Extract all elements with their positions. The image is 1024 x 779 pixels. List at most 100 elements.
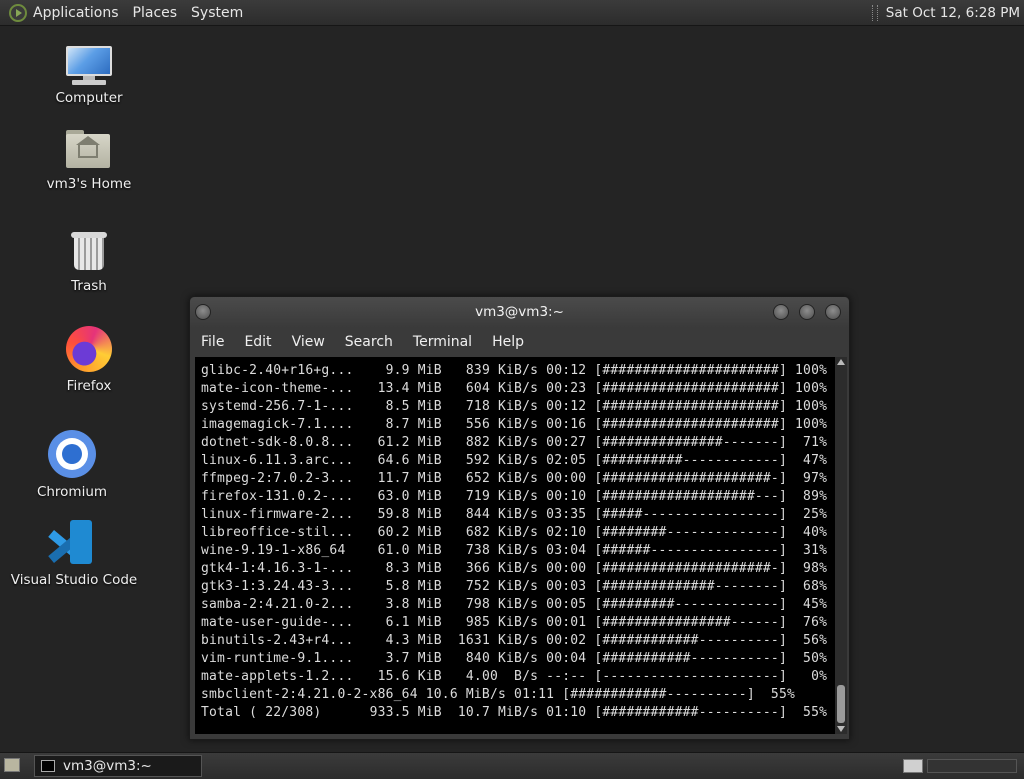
terminal-size: 64.6 MiB — [361, 453, 458, 468]
terminal-size: 8.5 MiB — [361, 399, 458, 414]
window-menu-icon[interactable] — [195, 304, 211, 320]
menu-system[interactable]: System — [191, 5, 243, 21]
window-titlebar[interactable]: vm3@vm3:~ — [190, 297, 849, 328]
terminal-line: mate-icon-theme-... 13.4 MiB 604 KiB/s 0… — [201, 380, 827, 398]
terminal-rate: 840 KiB/s — [457, 651, 547, 666]
terminal-name: firefox-131.0.2-... — [201, 489, 362, 504]
terminal-line: gtk4-1:4.16.3-1-... 8.3 MiB 366 KiB/s 00… — [201, 560, 827, 578]
terminal-name: samba-2:4.21.0-2... — [201, 597, 362, 612]
scroll-up-icon[interactable] — [837, 359, 845, 365]
desktop-icon-label: Chromium — [36, 484, 108, 500]
menu-file[interactable]: File — [201, 334, 224, 350]
terminal-percent: 0% — [795, 669, 828, 684]
close-icon[interactable] — [825, 304, 841, 320]
workspace-2[interactable] — [927, 759, 1017, 773]
terminal-line: linux-firmware-2... 59.8 MiB 844 KiB/s 0… — [201, 506, 827, 524]
menu-view[interactable]: View — [292, 334, 325, 350]
scrollbar-thumb[interactable] — [837, 685, 845, 723]
minimize-icon[interactable] — [773, 304, 789, 320]
desktop-icon-computer[interactable]: Computer — [24, 46, 154, 106]
terminal-bar: [##########------------] — [594, 453, 796, 468]
desktop-icon-home[interactable]: vm3's Home — [24, 130, 154, 192]
terminal-time: 00:00 — [546, 561, 595, 576]
desktop-icon-label: Trash — [71, 278, 107, 294]
terminal-bar: [##############--------] — [594, 579, 796, 594]
terminal-line: libreoffice-stil... 60.2 MiB 682 KiB/s 0… — [201, 524, 827, 542]
scroll-down-icon[interactable] — [837, 726, 845, 732]
taskbar-item-terminal[interactable]: vm3@vm3:~ — [34, 755, 202, 777]
terminal-name: wine-9.19-1-x86_64 — [201, 543, 362, 558]
terminal-time: 02:10 — [546, 525, 595, 540]
terminal-size: 13.4 MiB — [361, 381, 458, 396]
terminal-name: mate-user-guide-... — [201, 615, 362, 630]
terminal-rate: 682 KiB/s — [457, 525, 547, 540]
terminal-name: binutils-2.43+r4... — [201, 633, 362, 648]
clock[interactable]: Sat Oct 12, 6:28 PM — [886, 5, 1020, 21]
menu-places[interactable]: Places — [133, 5, 178, 21]
terminal-bar: [################------] — [594, 615, 796, 630]
terminal-percent: 56% — [795, 633, 828, 648]
panel-handle-icon[interactable] — [871, 4, 878, 21]
terminal-output[interactable]: glibc-2.40+r16+g... 9.9 MiB 839 KiB/s 00… — [195, 357, 847, 734]
terminal-name: vim-runtime-9.1.... — [201, 651, 362, 666]
terminal-size: 59.8 MiB — [361, 507, 458, 522]
terminal-size: 933.5 MiB — [361, 705, 458, 720]
terminal-percent: 45% — [795, 597, 828, 612]
terminal-percent: 100% — [795, 381, 828, 396]
terminal-window: vm3@vm3:~ File Edit View Search Terminal… — [189, 296, 850, 740]
terminal-bar: [############----------] — [594, 705, 796, 720]
terminal-line: linux-6.11.3.arc... 64.6 MiB 592 KiB/s 0… — [201, 452, 827, 470]
menu-applications[interactable]: Applications — [33, 5, 119, 21]
terminal-size: 61.0 MiB — [361, 543, 458, 558]
vscode-icon — [48, 520, 96, 564]
terminal-size: 6.1 MiB — [361, 615, 458, 630]
terminal-percent: 100% — [795, 363, 828, 378]
workspace-1[interactable] — [903, 759, 923, 773]
maximize-icon[interactable] — [799, 304, 815, 320]
terminal-time: 01:11 — [514, 687, 563, 702]
terminal-size: 61.2 MiB — [361, 435, 458, 450]
menu-search[interactable]: Search — [345, 334, 393, 350]
menu-help[interactable]: Help — [492, 334, 524, 350]
menu-terminal[interactable]: Terminal — [413, 334, 472, 350]
terminal-bar: [############----------] — [562, 687, 763, 702]
desktop-icon-chromium[interactable]: Chromium — [7, 430, 137, 500]
terminal-bar: [###############-------] — [594, 435, 796, 450]
terminal-percent: 50% — [795, 651, 828, 666]
terminal-size: 15.6 KiB — [361, 669, 458, 684]
window-title: vm3@vm3:~ — [475, 304, 564, 320]
show-desktop-icon[interactable] — [4, 758, 20, 772]
terminal-time: 00:02 — [546, 633, 595, 648]
terminal-rate: 592 KiB/s — [457, 453, 547, 468]
mate-logo-icon[interactable] — [9, 3, 27, 22]
desktop-icon-trash[interactable]: Trash — [24, 230, 154, 294]
terminal-name: imagemagick-7.1.... — [201, 417, 362, 432]
terminal-scrollbar[interactable] — [835, 357, 847, 734]
terminal-menubar: File Edit View Search Terminal Help — [190, 328, 849, 356]
terminal-rate: 752 KiB/s — [457, 579, 547, 594]
computer-icon — [66, 46, 112, 85]
terminal-rate: 839 KiB/s — [457, 363, 547, 378]
terminal-bar: [######################] — [594, 363, 796, 378]
terminal-rate: 718 KiB/s — [457, 399, 547, 414]
desktop-icon-vscode[interactable]: Visual Studio Code — [9, 520, 139, 588]
terminal-line: imagemagick-7.1.... 8.7 MiB 556 KiB/s 00… — [201, 416, 827, 434]
terminal-name: gtk4-1:4.16.3-1-... — [201, 561, 362, 576]
taskbar-item-label: vm3@vm3:~ — [63, 758, 152, 774]
terminal-percent: 40% — [795, 525, 828, 540]
terminal-rate: 10.7 MiB/s — [457, 705, 547, 720]
desktop-icon-firefox[interactable]: Firefox — [24, 326, 154, 394]
terminal-bar: [#####-----------------] — [594, 507, 796, 522]
terminal-bar: [----------------------] — [594, 669, 796, 684]
desktop-icon-label: vm3's Home — [46, 176, 132, 192]
terminal-bar: [######################] — [594, 399, 796, 414]
terminal-time: 00:05 — [546, 597, 595, 612]
terminal-name: ffmpeg-2:7.0.2-3... — [201, 471, 362, 486]
terminal-time: 00:12 — [546, 363, 595, 378]
terminal-size: 8.7 MiB — [361, 417, 458, 432]
terminal-time: 03:04 — [546, 543, 595, 558]
terminal-bar: [#########-------------] — [594, 597, 796, 612]
terminal-percent: 89% — [795, 489, 828, 504]
menu-edit[interactable]: Edit — [244, 334, 271, 350]
terminal-time: 00:12 — [546, 399, 595, 414]
